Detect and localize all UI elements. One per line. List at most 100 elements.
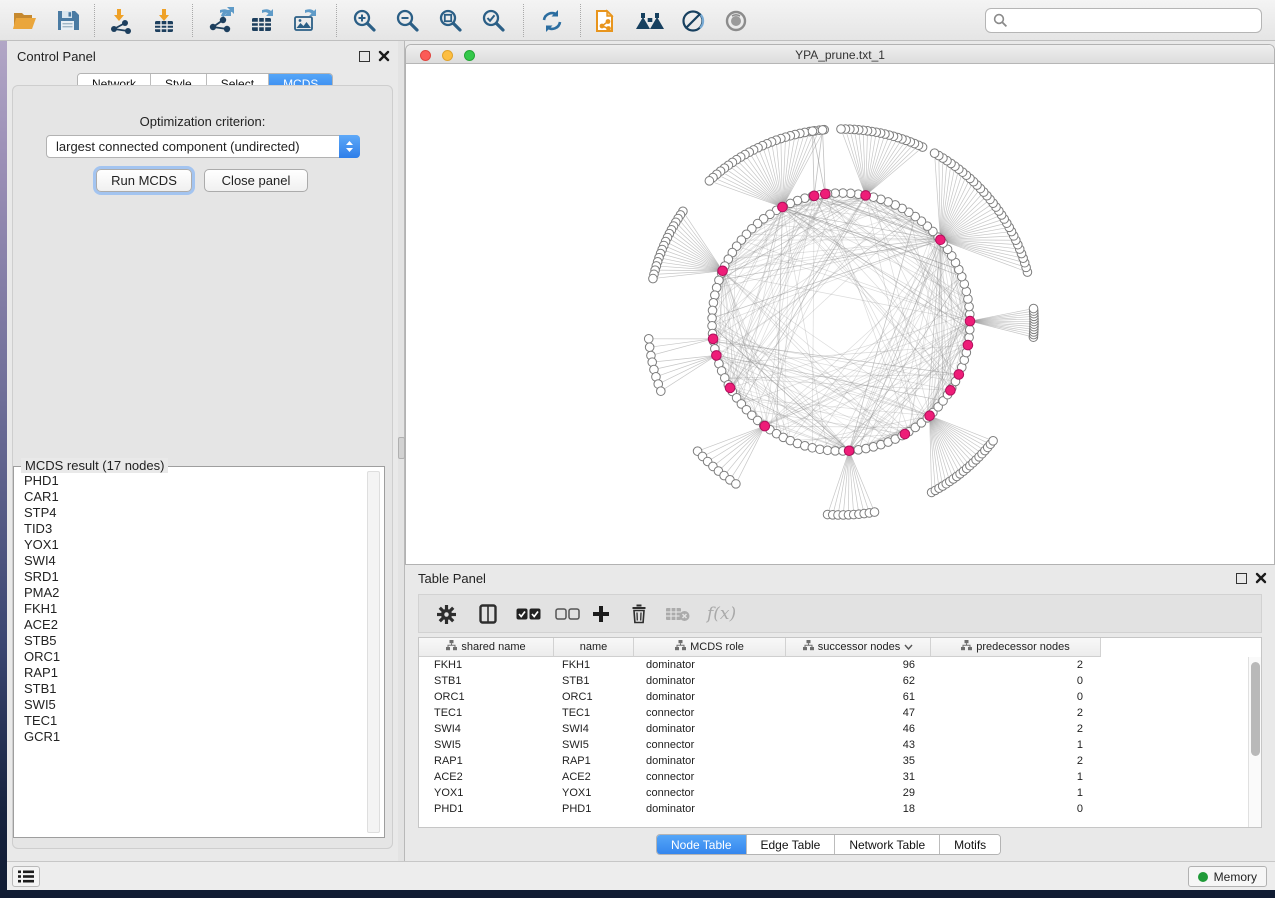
mcds-result-item[interactable]: STB5 — [16, 633, 364, 649]
mcds-result-item[interactable]: ORC1 — [16, 649, 364, 665]
graph-mcds-node[interactable] — [712, 351, 722, 361]
float-panel-icon[interactable] — [359, 51, 370, 62]
graph-mcds-node[interactable] — [925, 411, 935, 421]
refresh-icon[interactable] — [535, 5, 569, 36]
search-input[interactable] — [1008, 11, 1261, 31]
graph-leaf-node[interactable] — [645, 343, 654, 352]
zoom-fit-icon[interactable] — [434, 5, 468, 36]
graph-mcds-node[interactable] — [844, 446, 854, 456]
graph-mcds-node[interactable] — [861, 191, 871, 201]
graph-leaf-node[interactable] — [649, 274, 658, 283]
graph-leaf-node[interactable] — [1029, 304, 1038, 313]
graph-node[interactable] — [808, 443, 817, 452]
table-row[interactable]: STB1STB1dominator620 — [419, 673, 1248, 689]
graph-mcds-node[interactable] — [820, 189, 830, 199]
network-file-icon[interactable] — [590, 5, 624, 36]
add-column-icon[interactable] — [592, 603, 610, 625]
mcds-result-item[interactable]: SWI5 — [16, 697, 364, 713]
column-header-name[interactable]: name — [554, 638, 634, 657]
table-settings-icon[interactable] — [437, 603, 456, 625]
run-mcds-button[interactable]: Run MCDS — [96, 169, 192, 192]
mcds-list-scrollbar[interactable] — [367, 471, 380, 833]
column-header-mcds-role[interactable]: MCDS role — [634, 638, 786, 657]
graph-leaf-node[interactable] — [732, 480, 741, 489]
task-history-button[interactable] — [12, 866, 40, 887]
deselect-all-icon[interactable] — [555, 603, 580, 625]
mcds-result-item[interactable]: TID3 — [16, 521, 364, 537]
zoom-selected-icon[interactable] — [477, 5, 511, 36]
zoom-in-icon[interactable] — [348, 5, 382, 36]
graph-mcds-node[interactable] — [708, 334, 718, 344]
table-row[interactable]: TEC1TEC1connector472 — [419, 705, 1248, 721]
scrollbar-thumb[interactable] — [1251, 662, 1260, 756]
mcds-result-item[interactable]: PMA2 — [16, 585, 364, 601]
splitter-handle-icon[interactable] — [398, 437, 405, 459]
graph-mcds-node[interactable] — [778, 202, 788, 212]
save-session-icon[interactable] — [50, 5, 84, 36]
delete-table-icon[interactable] — [666, 603, 690, 625]
import-table-icon[interactable] — [147, 5, 181, 36]
table-row[interactable]: YOX1YOX1connector291 — [419, 785, 1248, 801]
mcds-result-item[interactable]: STB1 — [16, 681, 364, 697]
tab-motifs[interactable]: Motifs — [940, 835, 1000, 855]
export-image-icon[interactable] — [288, 5, 322, 36]
vertical-splitter[interactable] — [398, 41, 405, 861]
table-row[interactable]: ACE2ACE2connector311 — [419, 769, 1248, 785]
graph-leaf-node[interactable] — [818, 126, 827, 135]
close-panel-button[interactable]: Close panel — [204, 169, 308, 192]
mcds-result-item[interactable]: STP4 — [16, 505, 364, 521]
graph-leaf-node[interactable] — [989, 437, 998, 446]
table-row[interactable]: SWI5SWI5connector431 — [419, 737, 1248, 753]
zoom-out-icon[interactable] — [391, 5, 425, 36]
table-row[interactable]: SWI4SWI4dominator462 — [419, 721, 1248, 737]
graph-mcds-node[interactable] — [718, 266, 728, 276]
graph-leaf-node[interactable] — [705, 177, 714, 186]
delete-column-icon[interactable] — [630, 603, 648, 625]
network-canvas[interactable] — [406, 64, 1274, 564]
graph-mcds-node[interactable] — [900, 429, 910, 439]
tab-node-table[interactable]: Node Table — [657, 835, 747, 855]
graph-mcds-node[interactable] — [965, 316, 975, 326]
graph-mcds-node[interactable] — [760, 421, 770, 431]
show-graphics-icon[interactable] — [719, 5, 753, 36]
mcds-result-item[interactable]: RAP1 — [16, 665, 364, 681]
graph-mcds-node[interactable] — [725, 383, 735, 393]
search-network-icon[interactable] — [633, 5, 667, 36]
graph-leaf-node[interactable] — [657, 387, 666, 396]
hide-graphics-icon[interactable] — [676, 5, 710, 36]
graph-mcds-node[interactable] — [963, 340, 973, 350]
tab-edge-table[interactable]: Edge Table — [747, 835, 836, 855]
graph-leaf-node[interactable] — [808, 127, 817, 136]
column-visibility-icon[interactable] — [479, 603, 497, 625]
graph-leaf-node[interactable] — [644, 335, 653, 344]
mcds-result-item[interactable]: YOX1 — [16, 537, 364, 553]
select-all-icon[interactable] — [516, 603, 541, 625]
mcds-result-item[interactable]: ACE2 — [16, 617, 364, 633]
table-row[interactable]: PHD1PHD1dominator180 — [419, 801, 1248, 817]
graph-node[interactable] — [965, 325, 974, 334]
mcds-result-item[interactable]: SRD1 — [16, 569, 364, 585]
graph-mcds-node[interactable] — [954, 370, 964, 380]
optimization-select[interactable]: largest connected component (undirected) — [46, 135, 360, 158]
tab-network-table[interactable]: Network Table — [835, 835, 940, 855]
graph-leaf-node[interactable] — [837, 125, 846, 134]
close-panel-icon[interactable] — [378, 50, 390, 62]
table-row[interactable]: FKH1FKH1dominator962 — [419, 657, 1248, 673]
mcds-result-item[interactable]: GCR1 — [16, 729, 364, 745]
import-network-icon[interactable] — [104, 5, 138, 36]
column-header-successor-nodes[interactable]: successor nodes — [786, 638, 931, 657]
function-builder-icon[interactable]: f(x) — [707, 603, 736, 625]
float-table-panel-icon[interactable] — [1236, 573, 1247, 584]
table-row[interactable]: RAP1RAP1dominator352 — [419, 753, 1248, 769]
column-header-shared-name[interactable]: shared name — [419, 638, 554, 657]
graph-mcds-node[interactable] — [936, 235, 946, 245]
mcds-result-item[interactable]: CAR1 — [16, 489, 364, 505]
open-file-icon[interactable] — [8, 5, 42, 36]
close-table-panel-icon[interactable] — [1255, 572, 1267, 584]
export-network-icon[interactable] — [203, 5, 237, 36]
mcds-result-item[interactable]: SWI4 — [16, 553, 364, 569]
graph-leaf-node[interactable] — [870, 508, 879, 517]
memory-button[interactable]: Memory — [1188, 866, 1267, 887]
graph-leaf-node[interactable] — [930, 149, 939, 158]
network-titlebar[interactable]: YPA_prune.txt_1 — [406, 45, 1274, 64]
